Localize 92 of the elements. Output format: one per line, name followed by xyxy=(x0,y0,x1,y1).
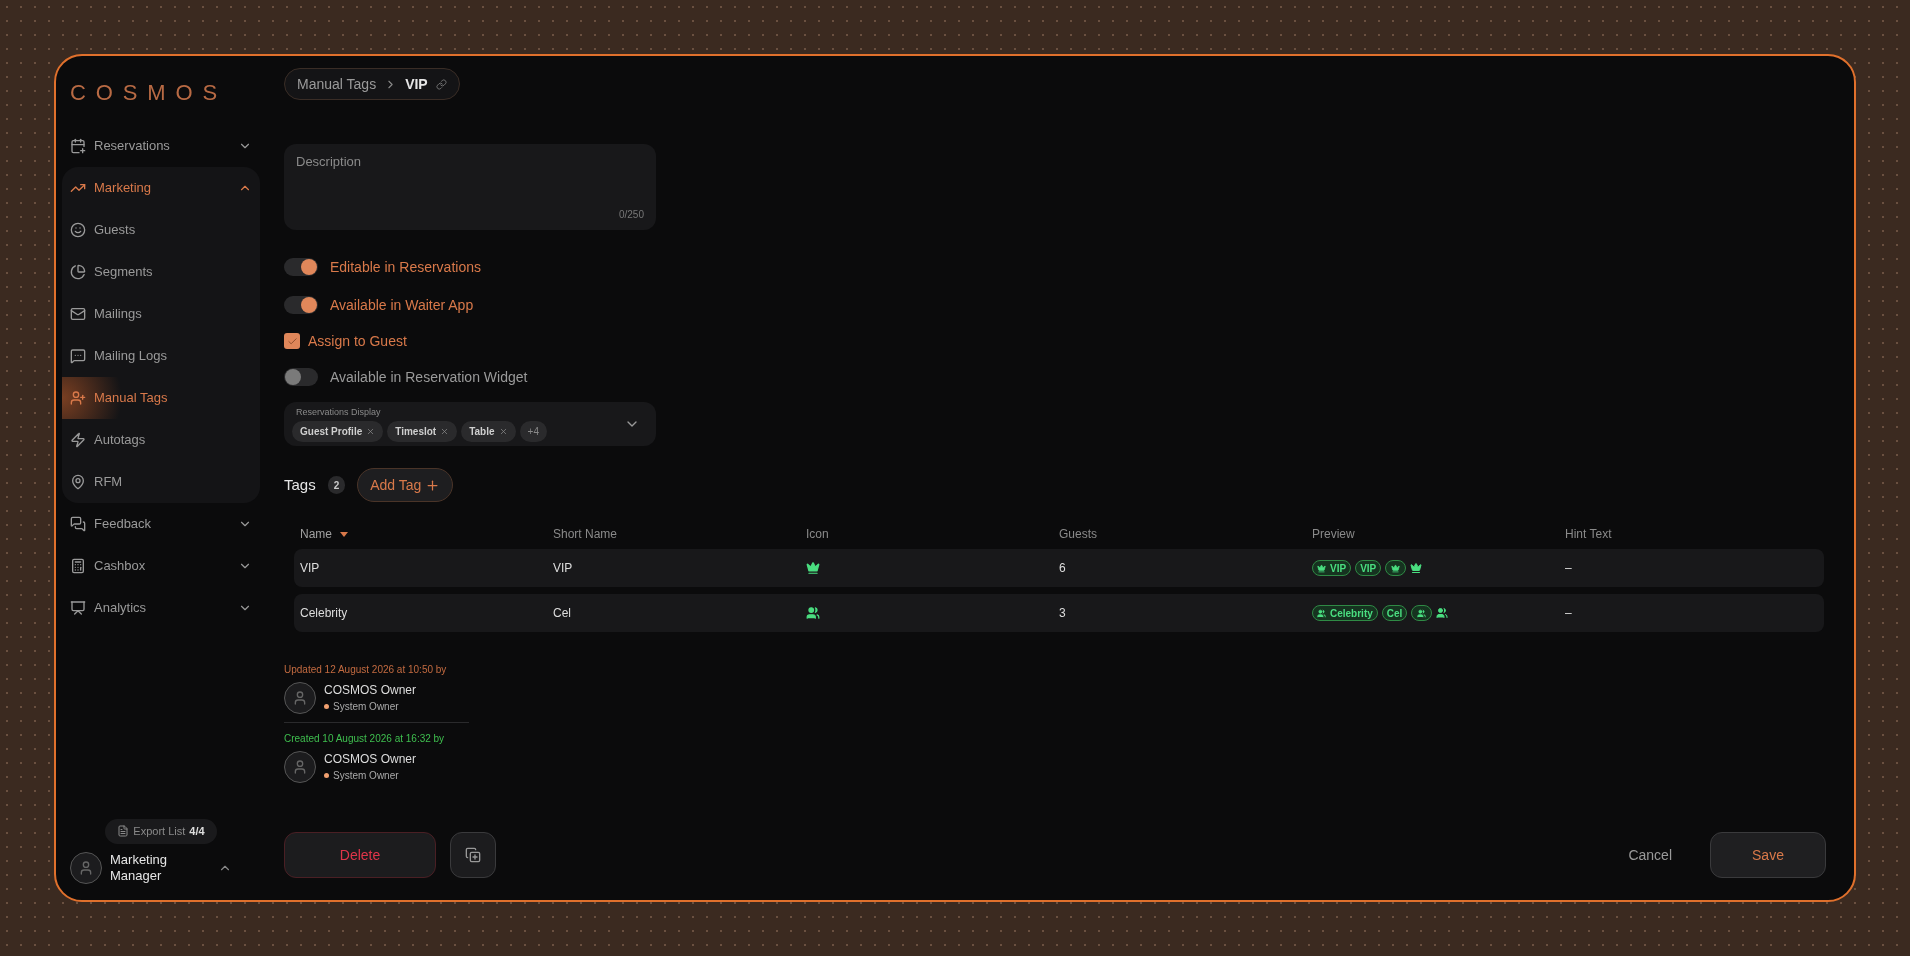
chat-bubbles-icon xyxy=(70,516,86,532)
group-icon xyxy=(1317,608,1326,618)
column-header[interactable]: Preview xyxy=(1312,525,1355,543)
cash-register-icon xyxy=(70,558,86,574)
toggle-label: Available in Waiter App xyxy=(330,295,474,315)
history-note: Updated 12 August 2026 at 10:50 by xyxy=(284,663,448,677)
plus-icon xyxy=(425,477,441,493)
user-plus-icon xyxy=(70,390,86,406)
toggle-label: Editable in Reservations xyxy=(330,257,481,277)
cancel-button[interactable]: Cancel xyxy=(1604,832,1696,878)
remove-icon[interactable] xyxy=(498,427,508,437)
check-icon xyxy=(286,335,298,347)
link-icon xyxy=(435,78,447,90)
delete-button[interactable]: Delete xyxy=(284,832,436,878)
table-cell-text: – xyxy=(1565,605,1572,622)
tag-preview: Cel xyxy=(1381,605,1408,621)
avatar xyxy=(284,681,316,714)
breadcrumb-current: VIP xyxy=(405,74,428,94)
column-header[interactable]: Short Name xyxy=(553,525,618,543)
avatar xyxy=(70,851,102,884)
column-header[interactable]: Hint Text xyxy=(1565,525,1612,543)
calendar-plus-icon xyxy=(70,138,86,154)
table-cell-text: – xyxy=(1565,560,1572,577)
crown-icon xyxy=(806,561,820,575)
reservations-display-select[interactable]: Reservations Display Guest Profile Timeslot Table +4 xyxy=(284,402,656,446)
add-tag-button[interactable]: Add Tag xyxy=(357,468,454,502)
selected-chip: Guest Profile xyxy=(292,421,384,443)
sidebar-item[interactable]: Reservations xyxy=(62,125,260,167)
tag-preview: VIP xyxy=(1355,560,1382,576)
checkbox-label: Assign to Guest xyxy=(308,331,407,351)
sidebar-item[interactable]: Mailings xyxy=(62,293,260,335)
user-name: COSMOS Owner xyxy=(324,751,416,768)
table-cell-text: VIP xyxy=(553,560,573,577)
tag-preview: Celebrity xyxy=(1312,605,1378,621)
table-row[interactable]: VIP VIP 6 VIP VIP – xyxy=(294,549,1824,587)
toggle-switch[interactable] xyxy=(284,368,318,386)
user-role: System Owner xyxy=(333,769,399,783)
table-row[interactable]: Celebrity Cel 3 Celebrity Cel – xyxy=(294,594,1824,632)
duplicate-icon xyxy=(465,847,481,863)
table-cell-text: 6 xyxy=(1059,560,1066,577)
sidebar-item[interactable]: Autotags xyxy=(62,419,260,461)
sidebar-item[interactable]: RFM xyxy=(62,461,260,503)
sidebar-item[interactable]: Marketing xyxy=(62,167,260,209)
sidebar-item[interactable]: Mailing Logs xyxy=(62,335,260,377)
column-header[interactable]: Guests xyxy=(1059,525,1097,543)
duplicate-button[interactable] xyxy=(450,832,496,878)
toggle-switch[interactable] xyxy=(284,258,318,276)
avatar xyxy=(284,750,316,783)
crown-icon xyxy=(1410,562,1423,574)
sidebar-item[interactable]: Feedback xyxy=(62,503,260,545)
breadcrumb-link[interactable]: Manual Tags xyxy=(297,73,377,95)
export-list-button[interactable]: Export List 4/4 xyxy=(105,819,217,844)
crown-icon xyxy=(1317,563,1326,573)
user-role: System Owner xyxy=(333,700,399,714)
character-counter: 0/250 xyxy=(618,208,644,222)
table-cell-text: Cel xyxy=(553,605,571,622)
toggle-label: Available in Reservation Widget xyxy=(330,367,528,387)
selected-chip: Timeslot xyxy=(387,421,458,443)
table-cell-text: VIP xyxy=(300,560,320,577)
group-icon xyxy=(1436,607,1449,619)
user-name: Marketing Manager xyxy=(110,851,169,884)
table-cell-text: Celebrity xyxy=(300,605,348,622)
column-header[interactable]: Icon xyxy=(806,525,829,543)
presentation-icon xyxy=(70,600,86,616)
column-header[interactable]: Name xyxy=(300,525,332,543)
user-name: COSMOS Owner xyxy=(324,682,416,699)
remove-icon[interactable] xyxy=(366,427,376,437)
checkbox[interactable] xyxy=(284,333,300,349)
chat-icon xyxy=(70,348,86,364)
sidebar-item[interactable]: Guests xyxy=(62,209,260,251)
tag-preview: VIP xyxy=(1312,560,1352,576)
map-pin-icon xyxy=(70,474,86,490)
smile-icon xyxy=(70,222,86,238)
remove-icon[interactable] xyxy=(440,427,450,437)
sidebar-item[interactable]: Cashbox xyxy=(62,545,260,587)
sidebar-item[interactable]: Analytics xyxy=(62,587,260,629)
mail-icon xyxy=(70,306,86,322)
file-icon xyxy=(117,825,130,838)
save-button[interactable]: Save xyxy=(1710,832,1826,878)
sidebar-item[interactable]: Segments xyxy=(62,251,260,293)
section-title: Tags xyxy=(284,474,316,495)
history-note: Created 10 August 2026 at 16:32 by xyxy=(284,732,446,746)
pie-chart-icon xyxy=(70,264,86,280)
sort-icon[interactable] xyxy=(340,531,348,537)
table-cell-text: 3 xyxy=(1059,605,1066,622)
selected-chip: Table xyxy=(461,421,516,443)
logo: COSMOS xyxy=(69,79,229,107)
more-count: +4 xyxy=(519,421,547,443)
toggle-switch[interactable] xyxy=(284,296,318,314)
lightning-icon xyxy=(70,432,86,448)
count-badge: 2 xyxy=(327,476,346,494)
group-icon xyxy=(806,606,820,620)
